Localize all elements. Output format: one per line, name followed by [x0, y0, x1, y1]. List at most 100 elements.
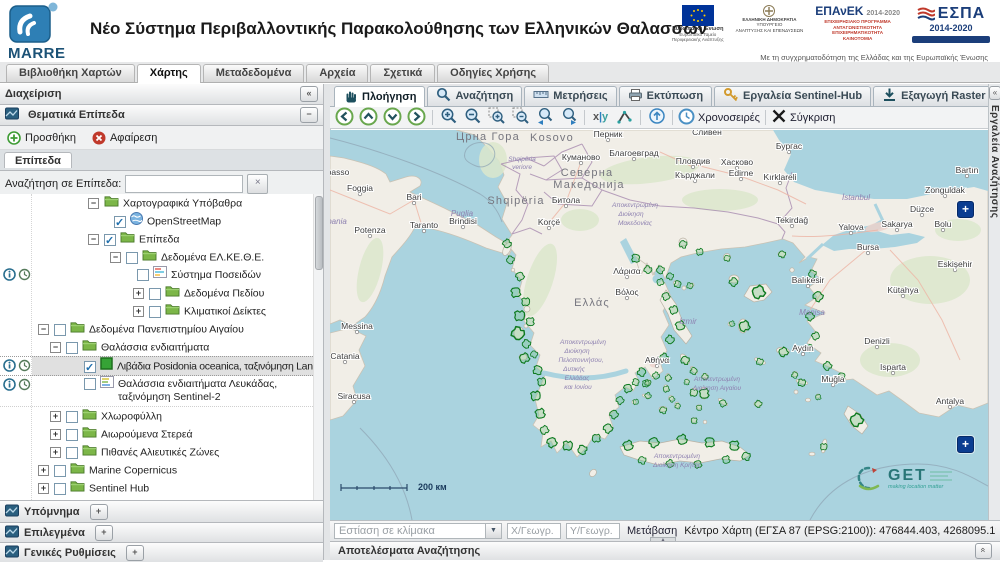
collapse-node-icon[interactable]: − — [50, 342, 61, 353]
clear-search-button[interactable]: × — [247, 174, 268, 194]
combo-arrow-icon[interactable]: ▼ — [485, 524, 501, 538]
layer-checkbox[interactable] — [149, 288, 161, 300]
info-icon[interactable] — [3, 378, 16, 395]
tree-row[interactable]: Λιβάδια Posidonia oceanica, ταξινόμηση L… — [0, 356, 323, 376]
layer-checkbox[interactable] — [66, 429, 78, 441]
tree-row[interactable]: +Κλιματικοί Δείκτες — [0, 302, 323, 320]
right-panel-tab[interactable]: « Εργαλεία Αναζήτησης — [988, 84, 1000, 520]
tool-pan-right[interactable] — [405, 108, 428, 128]
x-coordinate-input[interactable] — [507, 523, 561, 539]
go-button[interactable]: Μετάβαση — [627, 525, 677, 537]
map-plus-button[interactable]: + — [957, 201, 974, 218]
layer-search-input[interactable] — [125, 175, 243, 193]
layer-checkbox[interactable] — [84, 361, 96, 373]
layer-checkbox[interactable] — [66, 447, 78, 459]
tree-scrollbar-thumb[interactable] — [315, 196, 323, 270]
tool-pan-down[interactable] — [381, 108, 404, 128]
map-tab[interactable]: Εργαλεία Sentinel-Hub — [714, 86, 871, 106]
y-coordinate-input[interactable] — [566, 523, 620, 539]
map-tab[interactable]: Πλοήγηση — [334, 86, 425, 107]
tree-row[interactable]: +Χλωροφύλλη — [0, 407, 323, 425]
tool-full-extent[interactable] — [645, 108, 668, 128]
collapse-sidebar-button[interactable]: « — [300, 86, 318, 102]
expand-right-panel-button[interactable]: « — [989, 86, 1000, 100]
time-icon[interactable] — [18, 378, 31, 395]
tree-scrollbar[interactable] — [313, 194, 323, 500]
collapse-node-icon[interactable]: − — [38, 324, 49, 335]
expand-panel-button[interactable]: + — [90, 504, 108, 520]
tool-pan-left[interactable] — [333, 108, 356, 128]
collapse-node-icon[interactable]: − — [110, 252, 121, 263]
tab-layers[interactable]: Επίπεδα — [4, 152, 72, 168]
collapse-panel-button[interactable]: − — [300, 107, 318, 123]
expand-results-button[interactable]: « — [975, 543, 992, 559]
expand-node-icon[interactable]: + — [50, 429, 61, 440]
tool-pan-up[interactable] — [357, 108, 380, 128]
expand-node-icon[interactable]: + — [133, 306, 144, 317]
nav-tab[interactable]: Μεταδεδομένα — [203, 64, 305, 82]
nav-tab[interactable]: Αρχεία — [306, 64, 368, 82]
tree-row[interactable]: +Πιθανές Αλιευτικές Ζώνες — [0, 443, 323, 461]
tool-zoom-box-out[interactable] — [509, 108, 532, 128]
nav-tab[interactable]: Χάρτης — [137, 64, 201, 83]
layer-checkbox[interactable] — [84, 378, 96, 390]
tree-row[interactable]: +Sentinel Hub — [0, 479, 323, 497]
expand-node-icon[interactable]: + — [50, 447, 61, 458]
map-canvas[interactable]: Црна ГораKosovoСевернаМакедонијаShqipëri… — [330, 130, 988, 520]
expand-node-icon[interactable]: + — [38, 465, 49, 476]
collapsed-panel[interactable]: Επιλεγμένα + — [0, 522, 323, 542]
tree-row[interactable]: +Δεδομένα Πεδίου — [0, 284, 323, 302]
layer-checkbox[interactable] — [149, 306, 161, 318]
collapse-node-icon[interactable]: − — [88, 198, 99, 209]
tool-zoom-prev[interactable] — [533, 108, 556, 128]
tool-zoom-box-in[interactable] — [485, 108, 508, 128]
layer-checkbox[interactable] — [104, 234, 116, 246]
map-tab[interactable]: Εκτύπωση — [619, 86, 712, 106]
tree-row[interactable]: Σύστημα Ποσειδών — [0, 266, 323, 284]
tree-row[interactable]: Θαλάσσια ενδιαιτήματα Λευκάδας, ταξινόμη… — [0, 376, 323, 407]
info-icon[interactable] — [3, 359, 16, 376]
layer-checkbox[interactable] — [54, 483, 66, 495]
collapsed-panel[interactable]: Υπόμνημα + — [0, 500, 323, 522]
layer-checkbox[interactable] — [137, 269, 149, 281]
expand-node-icon[interactable]: + — [50, 411, 61, 422]
map-tab[interactable]: Μετρήσεις — [524, 86, 616, 106]
tree-row[interactable]: −Χαρτογραφικά Υπόβαθρα — [0, 194, 323, 212]
nav-tab[interactable]: Σχετικά — [370, 64, 435, 82]
collapsed-panel[interactable]: Γενικές Ρυθμίσεις + — [0, 542, 323, 562]
layer-checkbox[interactable] — [66, 342, 78, 354]
layer-checkbox[interactable] — [66, 411, 78, 423]
results-panel-header[interactable]: Αποτελέσματα Αναζήτησης « — [330, 541, 1000, 560]
tree-row[interactable]: −Δεδομένα ΕΛ.ΚΕ.Θ.Ε. — [0, 248, 323, 266]
expand-node-icon[interactable]: + — [133, 288, 144, 299]
nav-tab[interactable]: Οδηγίες Χρήσης — [437, 64, 549, 82]
tool-zoom-out[interactable] — [461, 108, 484, 128]
scale-combo[interactable]: Εστίαση σε κλίμακα ▼ — [334, 523, 502, 539]
expand-panel-button[interactable]: + — [126, 545, 144, 561]
add-layer-button[interactable]: Προσθήκη — [7, 131, 76, 145]
tree-row[interactable]: +Marine Copernicus — [0, 461, 323, 479]
tool-timeseries[interactable]: Χρονοσειρές — [677, 108, 761, 128]
time-icon[interactable] — [18, 268, 31, 284]
time-icon[interactable] — [18, 359, 31, 376]
tree-row[interactable]: OpenStreetMap — [0, 212, 323, 230]
tree-row[interactable]: −Δεδομένα Πανεπιστημίου Αιγαίου — [0, 320, 323, 338]
map-tab[interactable]: Αναζήτηση — [427, 86, 522, 106]
tool-zoom-in[interactable] — [437, 108, 460, 128]
tree-row[interactable]: +Αιωρούμενα Στερεά — [0, 425, 323, 443]
tool-compare[interactable]: Σύγκριση — [770, 108, 836, 128]
remove-layer-button[interactable]: Αφαίρεση — [92, 131, 157, 145]
map-plus-button[interactable]: + — [957, 436, 974, 453]
layer-checkbox[interactable] — [54, 465, 66, 477]
tool-measure-path[interactable] — [613, 108, 636, 128]
info-icon[interactable] — [3, 268, 16, 284]
thematic-layers-header[interactable]: Θεματικά Επίπεδα − — [0, 105, 323, 126]
tool-zoom-next[interactable] — [557, 108, 580, 128]
nav-tab[interactable]: Βιβλιοθήκη Χαρτών — [6, 64, 135, 82]
tree-row[interactable]: −Επίπεδα — [0, 230, 323, 248]
layer-checkbox[interactable] — [126, 252, 138, 264]
collapse-node-icon[interactable]: − — [88, 234, 99, 245]
layer-checkbox[interactable] — [114, 216, 126, 228]
tree-row[interactable]: −Θαλάσσια ενδιαιτήματα — [0, 338, 323, 356]
expand-node-icon[interactable]: + — [38, 483, 49, 494]
